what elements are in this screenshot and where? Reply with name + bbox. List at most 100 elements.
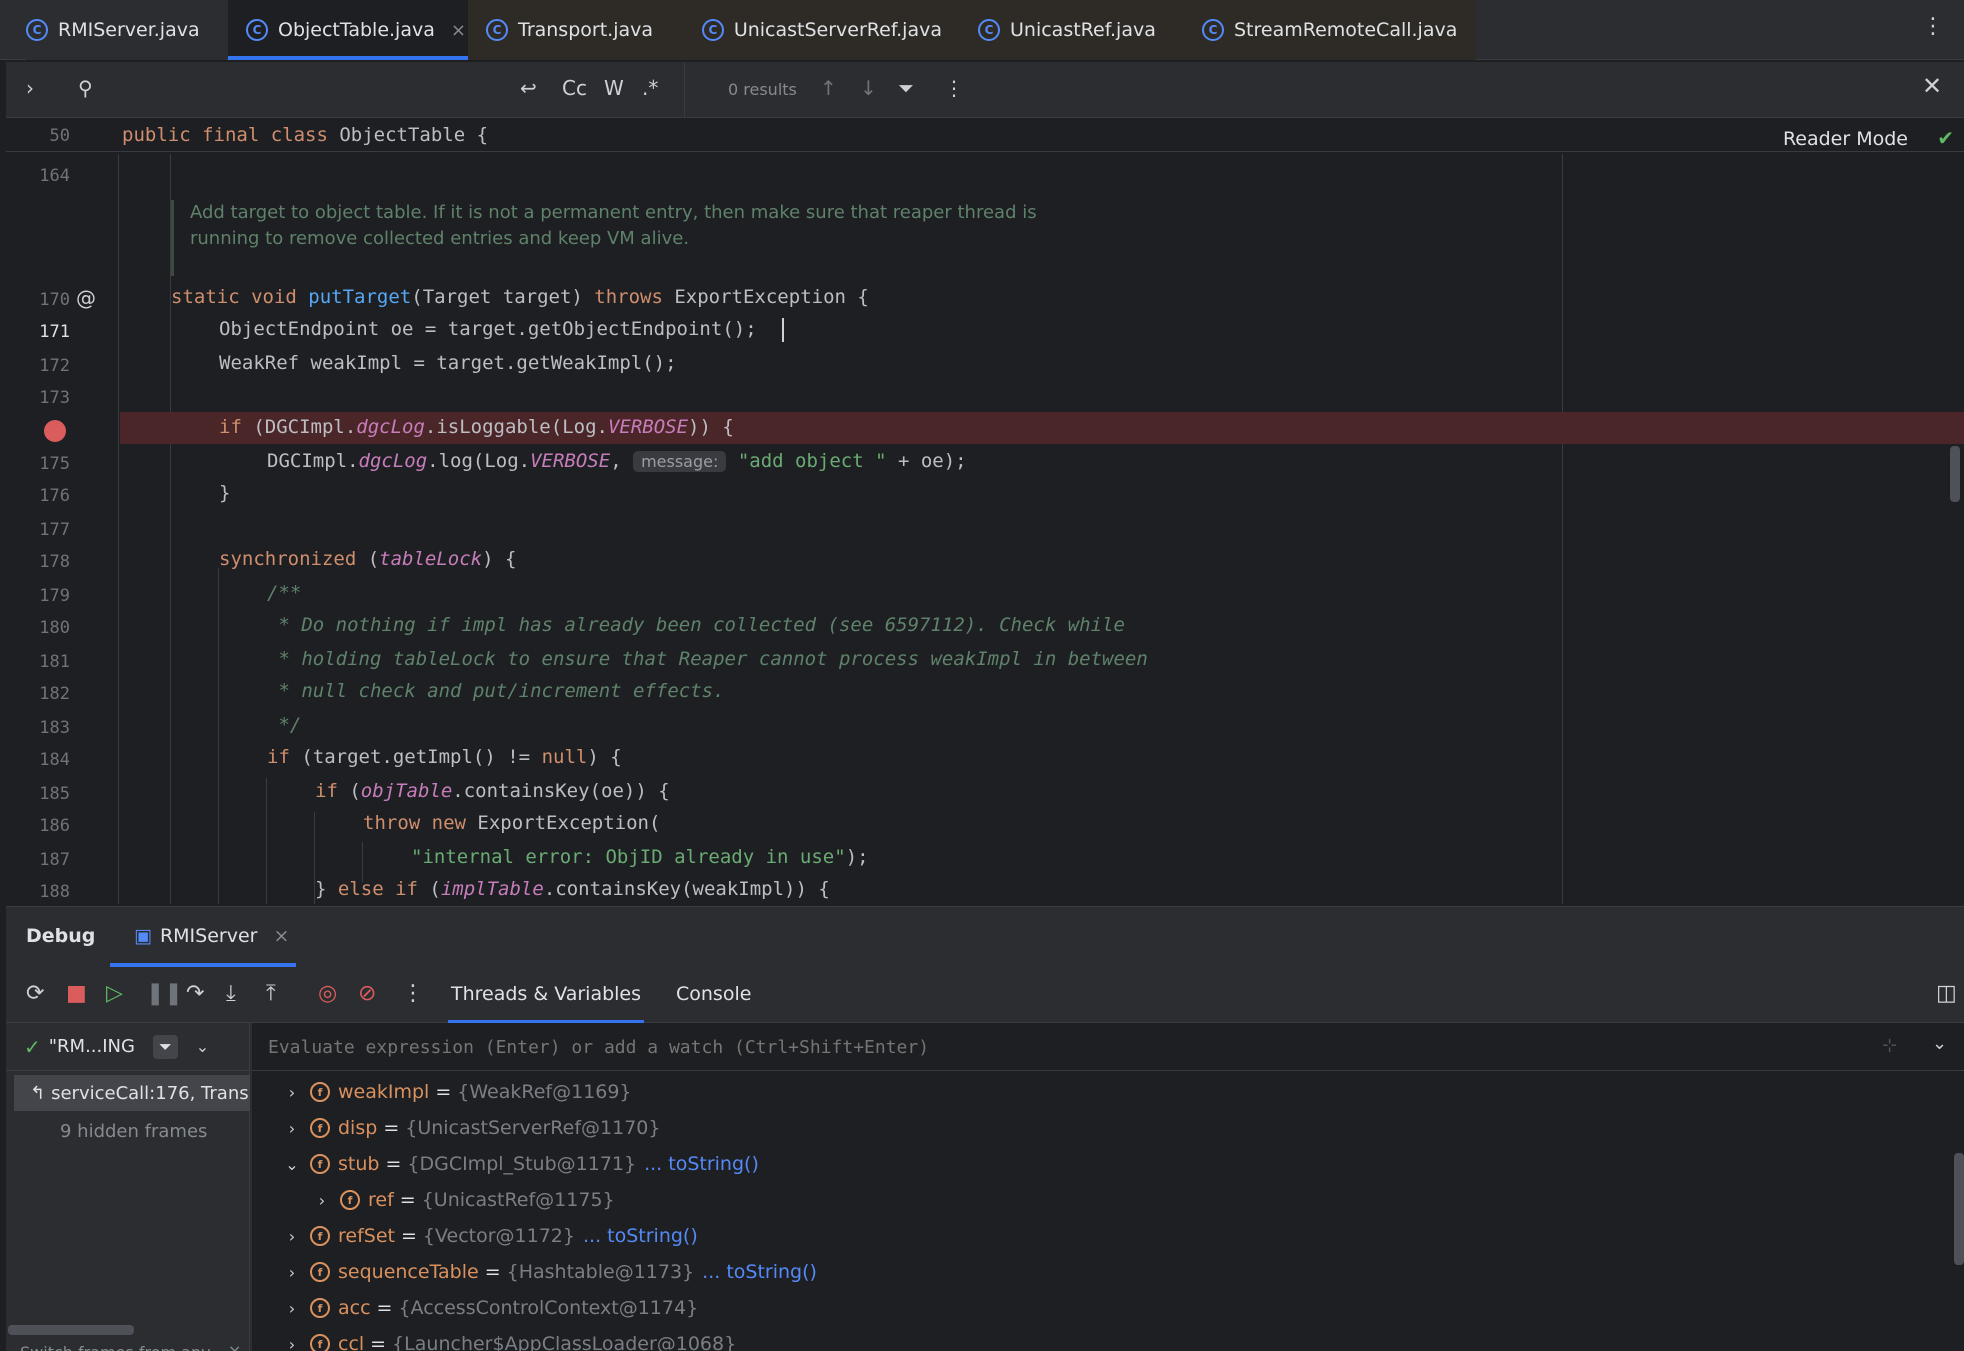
variable-row[interactable]: › f disp = {UnicastServerRef@1170} (282, 1111, 661, 1145)
close-tab-icon[interactable]: × (451, 20, 466, 41)
variables-scrollbar[interactable] (1954, 1153, 1964, 1265)
tab-streamremotecall[interactable]: C StreamRemoteCall.java (1202, 0, 1462, 60)
check-icon: ✓ (24, 1034, 41, 1059)
to-string-link[interactable]: ... toString() (583, 1225, 698, 1247)
newline-icon[interactable]: ↩ (520, 76, 537, 100)
line-number: 171 (39, 322, 70, 342)
stop-icon[interactable]: ■ (66, 981, 87, 1006)
more-options-icon[interactable]: ⋮ (944, 76, 964, 100)
step-into-icon[interactable]: ⤓ (226, 981, 236, 1006)
variable-value: {DGCImpl_Stub@1171} (407, 1153, 637, 1175)
variable-row[interactable]: › f sequenceTable = {Hashtable@1173} ... toSt… (282, 1255, 817, 1289)
close-hint-icon[interactable]: × (228, 1341, 241, 1351)
debug-toolbar: ⟳ ■ ▷ ❚❚ ↷ ⤓ ⤒ ◎ ⊘ ⋮ Threads & Variables… (6, 967, 1964, 1023)
variable-row[interactable]: ⌄ f stub = {DGCImpl_Stub@1171} ... toString() (282, 1147, 759, 1181)
chevron-right-icon[interactable]: › (282, 1227, 302, 1246)
tab-objecttable[interactable]: C ObjectTable.java × (228, 0, 468, 60)
return-icon: ↰ (30, 1082, 46, 1104)
hidden-frames-link[interactable]: 9 hidden frames (60, 1121, 207, 1142)
results-count: 0 results (728, 80, 797, 99)
filter-icon[interactable]: ⏷ (898, 76, 914, 100)
step-out-icon[interactable]: ⤒ (266, 981, 276, 1006)
tab-unicastserverref[interactable]: C UnicastServerRef.java (702, 0, 942, 60)
thread-selector[interactable]: ✓ "RM...ING ⏷ ⌄ (6, 1023, 250, 1071)
debug-tool-window: Debug ▣ RMIServer × ⟳ ■ ▷ ❚❚ ↷ ⤓ ⤒ ◎ ⊘ ⋮… (6, 906, 1964, 1351)
code-comment: * Do nothing if impl has already been co… (267, 614, 1125, 636)
editor-scrollbar[interactable] (1950, 446, 1960, 502)
variable-row[interactable]: › f acc = {AccessControlContext@1174} (282, 1291, 698, 1325)
tab-transport[interactable]: C Transport.java (486, 0, 676, 60)
equals-sign: = (399, 1189, 416, 1211)
variable-row[interactable]: › f refSet = {Vector@1172} ... toString() (282, 1219, 698, 1253)
breakpoint-icon[interactable] (44, 420, 66, 442)
step-over-icon[interactable]: ↷ (186, 981, 204, 1006)
regex-button[interactable]: .* (642, 76, 658, 100)
more-tabs-icon[interactable]: ⋮ (1922, 14, 1944, 39)
app-icon: ▣ (134, 925, 152, 947)
code-line: if (target.getImpl() != null) { (267, 746, 622, 768)
add-watch-icon[interactable]: ⊹ (1882, 1035, 1897, 1056)
implementation-icon[interactable]: @ (76, 286, 96, 310)
chevron-right-icon[interactable]: › (312, 1191, 332, 1210)
line-number: 186 (39, 816, 70, 836)
line-number: 182 (39, 684, 70, 704)
whole-words-button[interactable]: W (604, 76, 624, 100)
to-string-link[interactable]: ... toString() (644, 1153, 759, 1175)
variable-row[interactable]: › f weakImpl = {WeakRef@1169} (282, 1075, 632, 1109)
rerun-icon[interactable]: ⟳ (26, 981, 44, 1006)
close-find-icon[interactable]: ✕ (1922, 72, 1942, 100)
code-editor[interactable]: 50 public final class ObjectTable { Read… (6, 118, 1964, 904)
code-line: DGCImpl.dgcLog.log(Log.VERBOSE, message:… (267, 450, 967, 472)
chevron-down-icon[interactable]: ⌄ (1932, 1033, 1947, 1054)
search-icon[interactable]: ⚲ (78, 76, 93, 100)
tab-console[interactable]: Console (676, 983, 751, 1005)
equals-sign: = (370, 1333, 387, 1351)
tab-threads-variables[interactable]: Threads & Variables (448, 967, 644, 1023)
resume-icon[interactable]: ▷ (106, 981, 123, 1006)
layout-icon[interactable]: ◫ (1936, 981, 1957, 1006)
variable-name: sequenceTable (338, 1261, 479, 1283)
line-number: 175 (39, 454, 70, 474)
expand-icon[interactable]: › (26, 76, 34, 100)
line-number: 164 (39, 166, 70, 186)
debug-header: Debug ▣ RMIServer × (6, 907, 1964, 967)
evaluate-bar: ⊹ ⌄ (252, 1023, 1964, 1071)
reader-mode-button[interactable]: Reader Mode (1783, 128, 1908, 150)
line-number: 183 (39, 718, 70, 738)
variable-row[interactable]: › f ccl = {Launcher$AppClassLoader@1068} (282, 1327, 736, 1351)
to-string-link[interactable]: ... toString() (702, 1261, 817, 1283)
tab-unicastref[interactable]: C UnicastRef.java (978, 0, 1168, 60)
equals-sign: = (435, 1081, 452, 1103)
line-number: 184 (39, 750, 70, 770)
tab-rmiserver[interactable]: C RMIServer.java (26, 0, 226, 60)
code-line: } else if (implTable.containsKey(weakImp… (315, 878, 830, 900)
chevron-right-icon[interactable]: › (282, 1299, 302, 1318)
debug-session-tab[interactable]: ▣ RMIServer × (110, 921, 296, 967)
next-occurrence-icon[interactable]: ↓ (860, 76, 877, 100)
code-line: "internal error: ObjID already in use"); (411, 846, 869, 868)
match-case-button[interactable]: Cc (562, 76, 587, 100)
chevron-down-icon[interactable]: ⌄ (282, 1155, 302, 1174)
chevron-right-icon[interactable]: › (282, 1335, 302, 1351)
view-breakpoints-icon[interactable]: ◎ (318, 981, 337, 1006)
mute-breakpoints-icon[interactable]: ⊘ (358, 981, 376, 1006)
code-comment: */ (267, 714, 302, 736)
inspection-ok-icon: ✔ (1937, 126, 1954, 150)
chevron-right-icon[interactable]: › (282, 1263, 302, 1282)
evaluate-expression-input[interactable] (268, 1033, 1868, 1061)
variable-name: ccl (338, 1333, 365, 1351)
frames-scrollbar[interactable] (8, 1325, 134, 1335)
stack-frame[interactable]: ↰ serviceCall:176, Transp (14, 1075, 250, 1111)
chevron-down-icon[interactable]: ⌄ (196, 1037, 209, 1056)
chevron-right-icon[interactable]: › (282, 1119, 302, 1138)
debug-title: Debug (26, 925, 96, 947)
previous-occurrence-icon[interactable]: ↑ (820, 76, 837, 100)
filter-icon[interactable]: ⏷ (152, 1034, 178, 1059)
pause-icon[interactable]: ❚❚ (146, 981, 183, 1006)
line-number: 187 (39, 850, 70, 870)
close-session-icon[interactable]: × (273, 925, 289, 947)
code-line: static void putTarget(Target target) thr… (171, 286, 869, 308)
variable-row[interactable]: › f ref = {UnicastRef@1175} (312, 1183, 615, 1217)
more-icon[interactable]: ⋮ (402, 981, 424, 1006)
chevron-right-icon[interactable]: › (282, 1083, 302, 1102)
